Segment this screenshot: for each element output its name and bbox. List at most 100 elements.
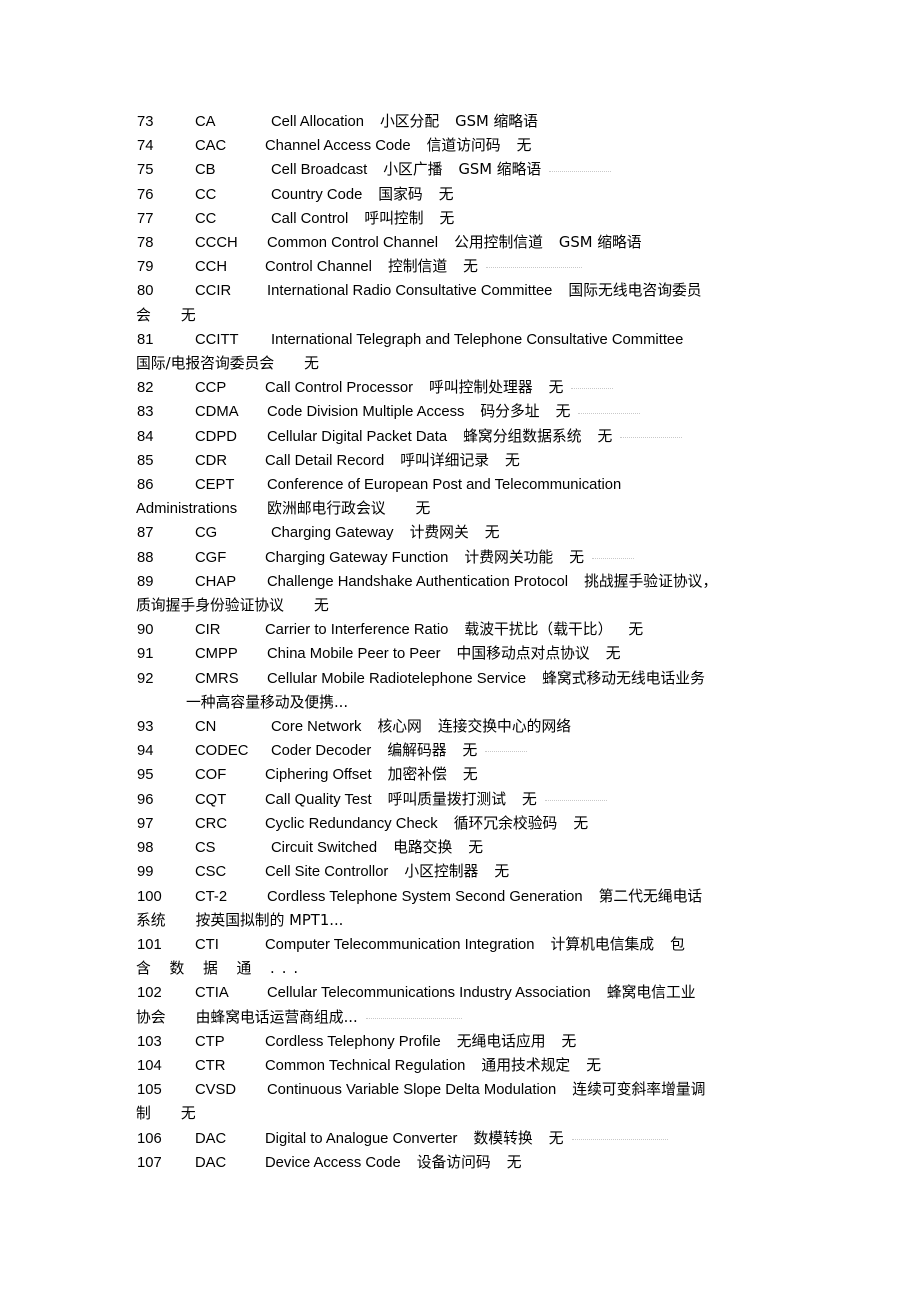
entry-number: 75 [137, 162, 154, 179]
entry-number: 104 [137, 1057, 162, 1074]
glossary-entry: 84 CDPD Cellular Digital Packet Data 蜂窝分组数据… [137, 425, 787, 449]
entry-english-term: Country Code [271, 186, 363, 203]
entry-continuation-line: 会无 [136, 304, 787, 328]
entry-chinese-term: 呼叫控制 [364, 209, 424, 227]
entry-primary-line: 103 CTP Cordless Telephony Profile 无绳电话应用无 [137, 1030, 787, 1054]
entry-english-term: Cordless Telephone System Second Generat… [267, 888, 583, 905]
entry-abbreviation: CTI [195, 936, 219, 953]
entry-english-term: Carrier to Interference Ratio [265, 622, 449, 639]
entry-note-continued: 无 [180, 1105, 196, 1123]
entry-continuation-line: 国际/电报咨询委员会 无 [136, 352, 787, 376]
entry-primary-line: 79 CCH Control Channel 控制信道无 [137, 255, 787, 279]
glossary-entry: 99 CSC Cell Site Controllor 小区控制器无 [137, 860, 787, 884]
entry-primary-line: 95 COF Ciphering Offset 加密补偿无 [137, 763, 787, 787]
scan-artifact-dots [620, 436, 683, 438]
entry-number: 91 [137, 646, 154, 663]
entry-primary-line: 84 CDPD Cellular Digital Packet Data 蜂窝分组数据… [137, 425, 787, 449]
entry-primary-line: 105 CVSD Continuous Variable Slope Delta M… [137, 1078, 787, 1102]
entry-abbreviation: CC [195, 186, 217, 203]
entry-english-term: Digital to Analogue Converter [265, 1130, 458, 1147]
glossary-entry: 101 CTI Computer Telecommunication Integra… [136, 933, 787, 981]
entry-chinese-term: 第二代无绳电话 [598, 887, 703, 905]
entry-number: 79 [137, 259, 154, 276]
entry-chinese-term: 呼叫详细记录 [400, 451, 490, 469]
glossary-entry: 88 CGF Charging Gateway Function 计费网关功能无 [137, 546, 787, 570]
entry-primary-line: 86 CEPT Conference of European Post and Te… [137, 473, 787, 497]
entry-english-term: Coder Decoder [271, 743, 372, 760]
entry-number: 86 [137, 477, 154, 494]
glossary-entry: 95 COF Ciphering Offset 加密补偿无 [137, 763, 787, 787]
entry-primary-line: 74 CAC Channel Access Code 信道访问码无 [137, 134, 787, 158]
entry-chinese-term-continued: 国际/电报咨询委员会 [136, 355, 275, 373]
glossary-entry: 97 CRC Cyclic Redundancy Check 循环冗余校验码无 [137, 812, 787, 836]
entry-abbreviation: CTP [195, 1033, 225, 1050]
entry-abbreviation: DAC [195, 1154, 227, 1171]
entry-primary-line: 99 CSC Cell Site Controllor 小区控制器无 [137, 860, 787, 884]
entry-chinese-term: 蜂窝电信工业 [606, 984, 696, 1002]
scan-artifact-dots [571, 1138, 668, 1140]
entry-english-term: Cellular Telecommunications Industry Ass… [267, 985, 591, 1002]
entry-number: 84 [137, 428, 154, 445]
entry-number: 89 [137, 573, 154, 590]
glossary-entry: 96 CQT Call Quality Test 呼叫质量拨打测试无 [137, 788, 787, 812]
entry-chinese-term: 载波干扰比（载干比） [464, 621, 613, 639]
entry-chinese-term: 核心网 [377, 718, 422, 736]
glossary-entry: 93 CN Core Network 核心网 连接交换中心的网络 [137, 715, 787, 739]
entry-abbreviation: CG [195, 525, 218, 542]
entry-primary-line: 93 CN Core Network 核心网 连接交换中心的网络 [137, 715, 787, 739]
entry-abbreviation: CCP [195, 380, 227, 397]
entry-note: GSM 缩略语 [558, 234, 642, 252]
glossary-entry: 107 DAC Device Access Code 设备访问码无 [137, 1151, 787, 1175]
scan-artifact-dots [485, 266, 582, 269]
entry-number: 78 [137, 235, 154, 252]
entry-note: 无 [505, 451, 520, 469]
entry-english-term: Circuit Switched [271, 840, 378, 857]
entry-chinese-term: 呼叫质量拨打测试 [387, 790, 507, 808]
entry-english-term: Core Network [271, 719, 362, 736]
entry-primary-line: 76 CC Country Code 国家码无 [137, 183, 787, 207]
entry-english-term: Charging Gateway [271, 525, 394, 542]
entry-english-term: Cellular Mobile Radiotelephone Service [267, 670, 527, 687]
entry-number: 99 [137, 864, 154, 881]
entry-english-term: Ciphering Offset [265, 767, 372, 784]
entry-primary-line: 97 CRC Cyclic Redundancy Check 循环冗余校验码无 [137, 812, 787, 836]
glossary-entry: 78 CCCH Common Control Channel 公用控制信道 GSM 缩略… [137, 231, 787, 255]
entry-abbreviation: CT-2 [195, 888, 228, 905]
glossary-entry: 90 CIR Carrier to Interference Ratio 载波干扰比（… [137, 618, 787, 642]
entry-english-term: Cell Site Controllor [265, 864, 389, 881]
entry-note: 无 [561, 1032, 577, 1050]
scan-artifact-dots [578, 412, 641, 414]
entry-primary-line: 107 DAC Device Access Code 设备访问码无 [137, 1151, 787, 1175]
entry-abbreviation: CRC [195, 815, 228, 832]
entry-chinese-term: 信道访问码 [426, 137, 501, 155]
entry-number: 98 [137, 840, 154, 857]
entry-chinese-term: 蜂窝式移动无线电话业务 [542, 669, 705, 687]
entry-number: 94 [137, 743, 154, 760]
entry-number: 95 [137, 767, 154, 784]
entry-number: 87 [137, 525, 154, 542]
entry-note: 无 [628, 621, 644, 639]
entry-note: 无 [548, 379, 564, 397]
entry-abbreviation: COF [195, 767, 227, 784]
entry-english-term: Charging Gateway Function [265, 549, 449, 566]
entry-number: 92 [137, 670, 154, 687]
entry-note: 无 [484, 524, 500, 542]
entry-number: 81 [137, 331, 154, 348]
glossary-entry: 77 CC Call Control 呼叫控制无 [137, 207, 787, 231]
entry-primary-line: 81 CCITT International Telegraph and Telep… [137, 328, 787, 352]
entry-abbreviation: CCITT [195, 331, 239, 348]
entry-note-continued: 按英国拟制的 MPT1... [195, 911, 344, 929]
entry-continuation-line: 质询握手身份验证协议 无 [136, 594, 787, 618]
entry-number: 83 [137, 404, 154, 421]
entry-abbreviation: CEPT [195, 477, 235, 494]
entry-note-continued: 无 [313, 597, 329, 615]
entry-note: 无 [468, 839, 484, 857]
glossary-entry: 87 CG Charging Gateway 计费网关无 [137, 521, 787, 545]
entry-number: 102 [137, 985, 162, 1002]
glossary-entry: 73 CA Cell Allocation 小区分配 GSM 缩略语 [137, 110, 787, 134]
entry-note: GSM 缩略语 [458, 161, 542, 179]
entry-abbreviation: DAC [195, 1130, 227, 1147]
glossary-entry: 89 CHAP Challenge Handshake Authentication… [136, 570, 787, 618]
entry-primary-line: 82 CCP Call Control Processor 呼叫控制处理器无 [137, 376, 787, 400]
entry-note: 无 [548, 1129, 564, 1147]
